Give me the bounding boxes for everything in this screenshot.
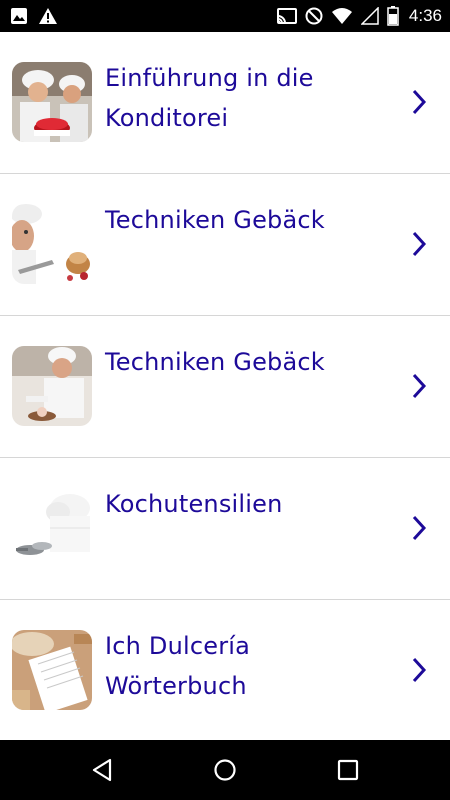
chef-pastry-thumbnail xyxy=(12,204,92,284)
notebook-baking-thumbnail xyxy=(12,630,92,710)
battery-icon xyxy=(387,6,399,26)
list-item[interactable]: Techniken Gebäck xyxy=(0,316,450,458)
list-item[interactable]: Einführung in die Konditorei xyxy=(0,32,450,174)
item-title: Ich Dulcería Wörterbuch xyxy=(105,632,251,700)
pastry-chefs-thumbnail xyxy=(12,62,92,142)
recents-icon[interactable] xyxy=(328,750,368,790)
do-not-disturb-icon xyxy=(305,7,323,25)
warning-icon xyxy=(38,7,58,25)
wifi-icon xyxy=(331,7,353,25)
lesson-list: Einführung in die Konditorei Techniken G… xyxy=(0,32,450,742)
chevron-right-icon xyxy=(412,657,427,683)
home-icon[interactable] xyxy=(205,750,245,790)
chevron-right-icon xyxy=(412,515,427,541)
item-title: Techniken Gebäck xyxy=(105,348,325,376)
chevron-right-icon xyxy=(412,373,427,399)
status-bar: 4:36 xyxy=(0,0,450,32)
chef-decorating-thumbnail xyxy=(12,346,92,426)
chef-hat-utensils-thumbnail xyxy=(12,488,92,568)
status-left xyxy=(10,7,58,25)
item-title: Techniken Gebäck xyxy=(105,206,325,234)
item-title: Kochutensilien xyxy=(105,490,283,518)
list-item[interactable]: Ich Dulcería Wörterbuch xyxy=(0,600,450,742)
chevron-right-icon xyxy=(412,89,427,115)
list-item[interactable]: Techniken Gebäck xyxy=(0,174,450,316)
status-right: 4:36 xyxy=(276,6,442,26)
image-icon xyxy=(10,7,28,25)
back-icon[interactable] xyxy=(82,750,122,790)
status-time: 4:36 xyxy=(408,6,442,25)
cell-signal-icon xyxy=(360,7,379,25)
list-item[interactable]: Kochutensilien xyxy=(0,458,450,600)
navigation-bar xyxy=(0,740,450,800)
item-title: Einführung in die Konditorei xyxy=(105,64,314,132)
chevron-right-icon xyxy=(412,231,427,257)
cast-icon xyxy=(276,8,297,24)
